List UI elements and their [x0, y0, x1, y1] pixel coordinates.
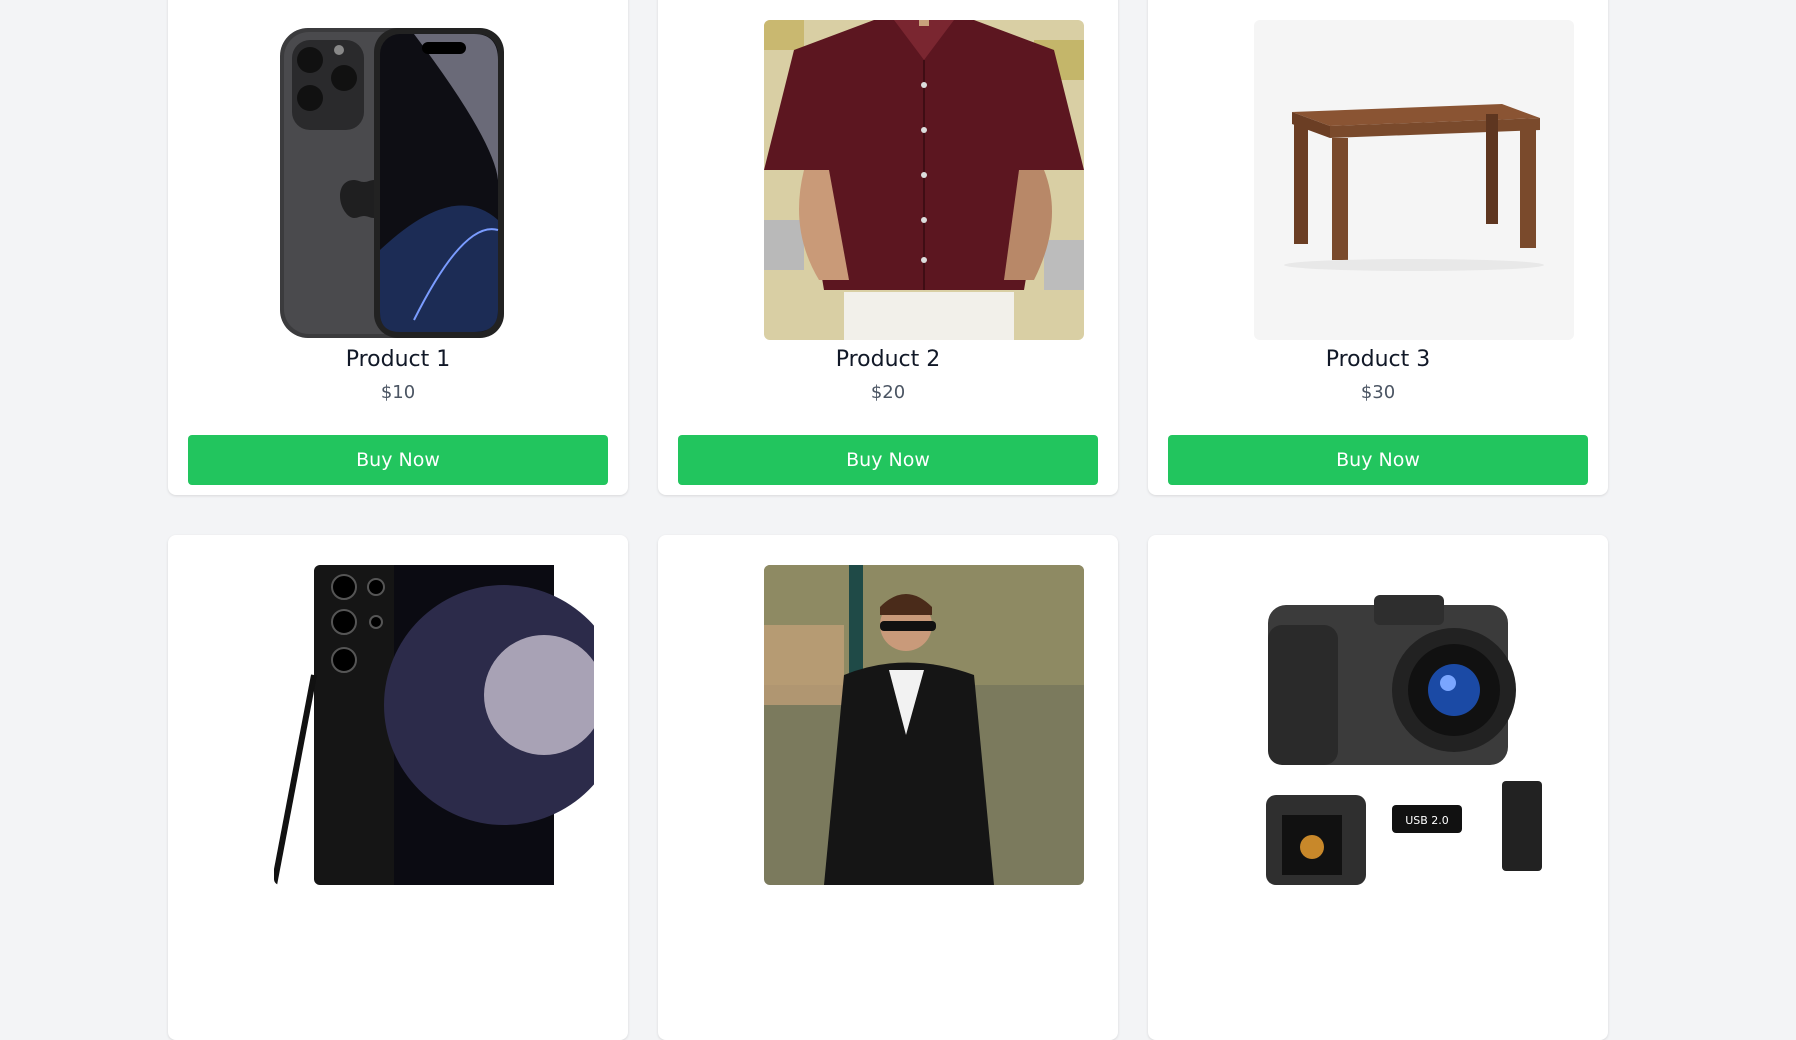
- product-title: Product 1: [345, 347, 451, 372]
- buy-now-button[interactable]: Buy Now: [678, 435, 1098, 485]
- product-title: Product 3: [1325, 347, 1431, 372]
- product-card: Product 1 $10 Buy Now: [168, 0, 628, 495]
- product-title: Product 2: [835, 347, 941, 372]
- product-card: Product 2 $20 Buy Now: [658, 0, 1118, 495]
- buy-now-button[interactable]: Buy Now: [188, 435, 608, 485]
- product-image-maroon-shirt: [764, 20, 1084, 340]
- buy-now-button[interactable]: Buy Now: [1168, 435, 1588, 485]
- product-image-dslr-camera: USB 2.0: [1254, 565, 1574, 885]
- product-card: [168, 535, 628, 1040]
- product-card: Product 3 $30 Buy Now: [1148, 0, 1608, 495]
- product-price: $20: [870, 382, 906, 403]
- usb-label: USB 2.0: [1405, 814, 1449, 827]
- product-price: $10: [380, 382, 416, 403]
- product-card: [658, 535, 1118, 1040]
- product-price: $30: [1360, 382, 1396, 403]
- product-card: USB 2.0: [1148, 535, 1608, 1040]
- product-image-leather-jacket-man: [764, 565, 1084, 885]
- product-image-iphone: [274, 20, 594, 340]
- product-image-samsung-phone: [274, 565, 594, 885]
- product-image-wooden-table: [1254, 20, 1574, 340]
